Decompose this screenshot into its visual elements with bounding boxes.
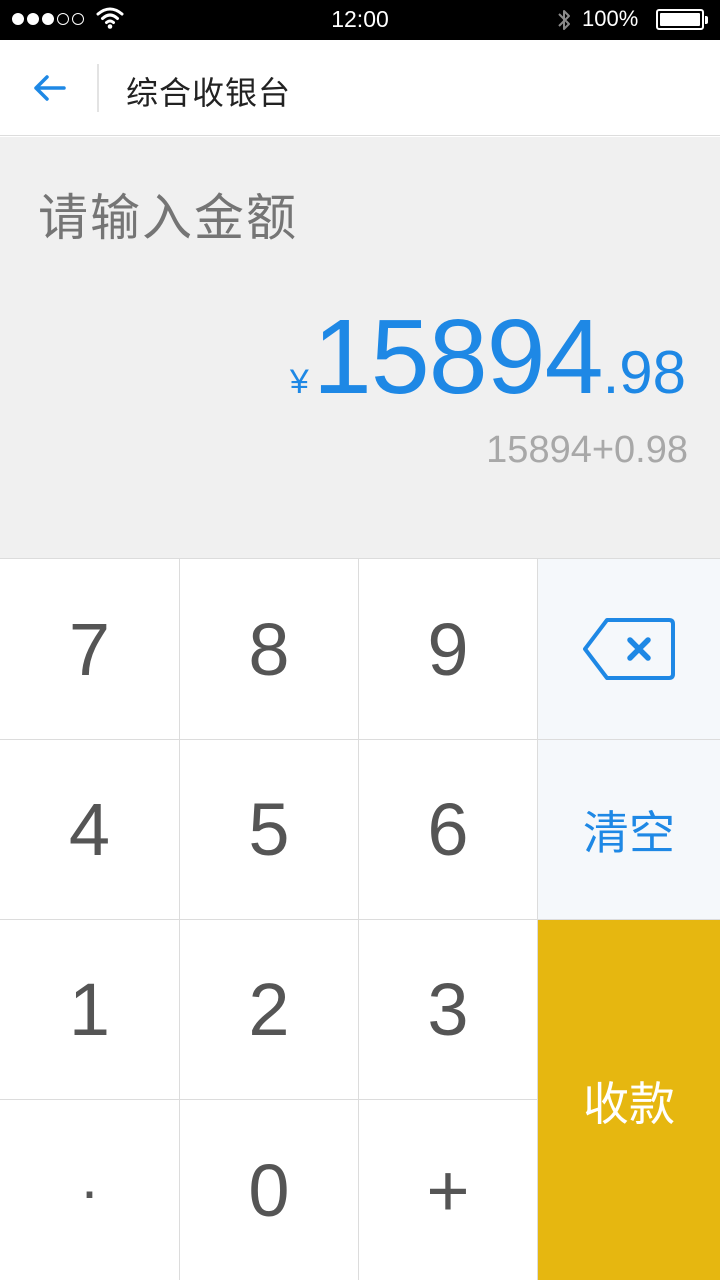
clear-button[interactable]: 清空 [538,740,720,920]
battery-icon [656,9,708,30]
back-button[interactable] [22,64,78,112]
key-9[interactable]: 9 [359,559,538,740]
collect-payment-button[interactable]: 收款 [538,920,720,1280]
bluetooth-icon [558,10,570,30]
amount-display: ¥ 15894 .98 15894+0.98 [0,137,720,558]
key-5[interactable]: 5 [180,740,359,920]
currency-symbol: ¥ [289,363,309,401]
backspace-icon [583,618,675,680]
keypad: 7 8 9 4 5 6 清空 1 2 3 · 0 + 收款 [0,558,720,1280]
status-bar: 12:00 100% [0,0,720,40]
key-3[interactable]: 3 [359,920,538,1100]
expression-text: 15894+0.98 [486,429,688,471]
amount-decimal: .98 [602,339,686,406]
amount-integer: 15894 [312,298,604,416]
nav-divider [97,64,99,112]
key-7[interactable]: 7 [0,559,180,740]
key-0[interactable]: 0 [180,1100,359,1280]
amount-total: ¥ 15894 .98 [290,297,686,418]
battery-percent: 100% [582,6,639,31]
key-4[interactable]: 4 [0,740,180,920]
page-title: 综合收银台 [126,74,292,112]
arrow-left-icon [34,75,66,101]
key-2[interactable]: 2 [180,920,359,1100]
key-plus[interactable]: + [359,1100,538,1280]
key-1[interactable]: 1 [0,920,180,1100]
nav-bar: 综合收银台 [0,40,720,136]
amount-input[interactable] [38,189,678,247]
key-8[interactable]: 8 [180,559,359,740]
backspace-button[interactable] [538,559,720,740]
key-6[interactable]: 6 [359,740,538,920]
key-decimal-point[interactable]: · [0,1100,180,1280]
